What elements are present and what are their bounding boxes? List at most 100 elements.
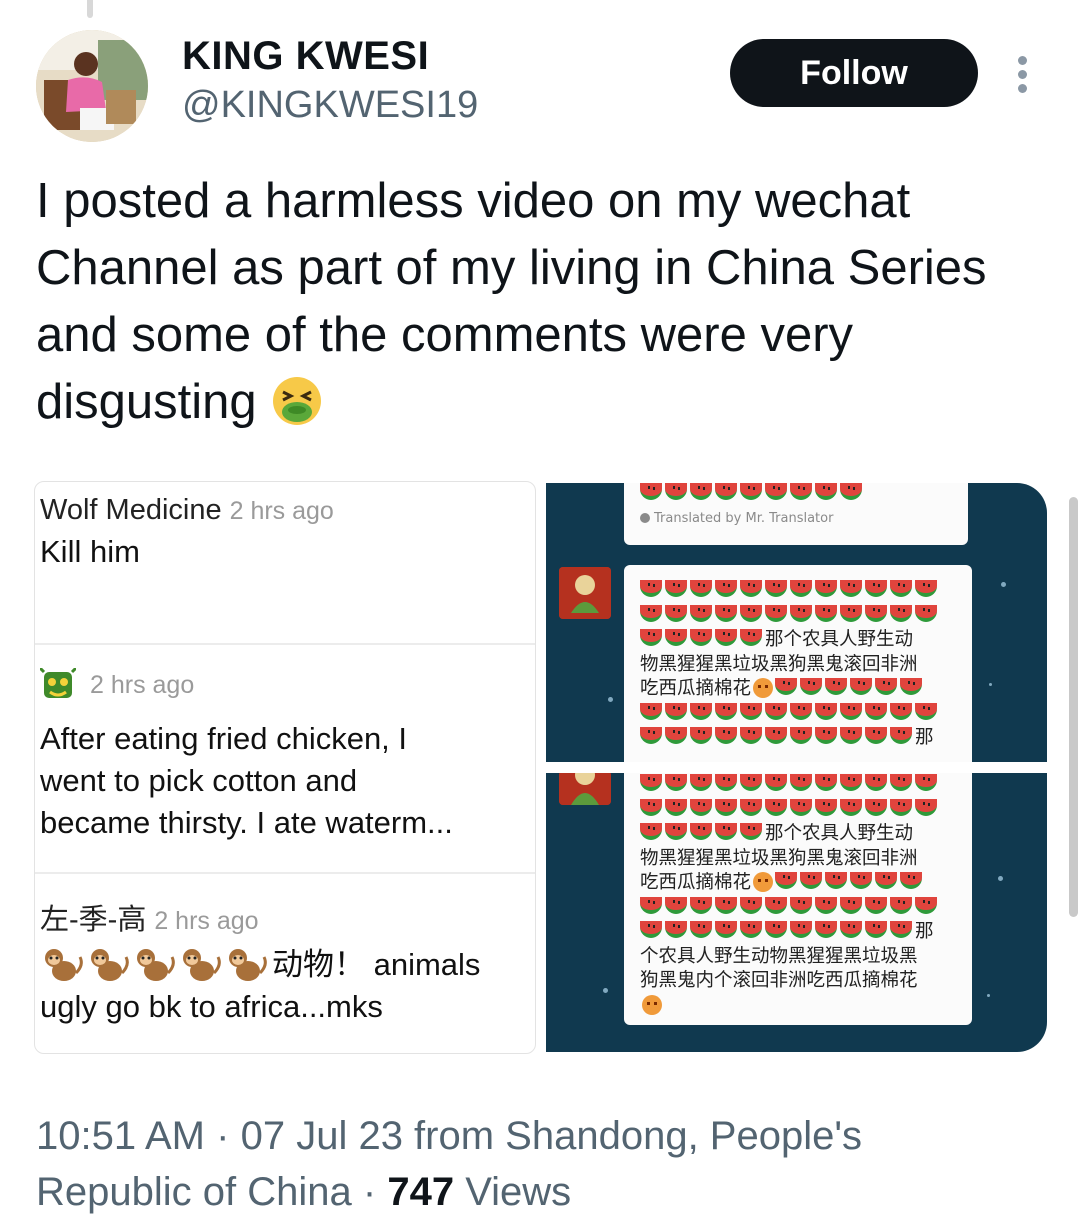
message-line: 吃西瓜摘棉花 (640, 677, 972, 702)
watermelon-icon (840, 798, 862, 816)
watermelon-icon (815, 774, 837, 791)
author-handle[interactable]: @KINGKWESI19 (182, 84, 478, 127)
scrollbar-thumb[interactable] (1069, 497, 1078, 917)
tweet-line: disgusting (36, 369, 1056, 446)
watermelon-icon (715, 727, 737, 744)
monkey-icon (229, 949, 267, 981)
watermelon-icon (890, 798, 912, 816)
watermelon-icon (715, 580, 737, 597)
watermelon-icon (850, 678, 873, 695)
watermelon-icon (665, 823, 687, 840)
watermelon-icon (740, 823, 762, 840)
watermelon-icon (715, 798, 737, 816)
watermelon-icon (715, 921, 737, 938)
dragon-avatar-icon (38, 666, 78, 702)
monkey-emoji-icon (40, 945, 270, 985)
watermelon-icon (640, 604, 662, 622)
watermelon-icon (840, 774, 862, 791)
author-display-name[interactable]: KING KWESI (182, 34, 429, 79)
watermelon-icon (915, 798, 937, 816)
watermelon-icon (865, 727, 887, 744)
tweet-line-text: disgusting (36, 375, 257, 429)
watermelon-row (640, 773, 972, 798)
watermelon-icon (690, 896, 712, 914)
sender-avatar (559, 773, 611, 805)
watermelon-icon (790, 580, 812, 597)
watermelon-icon (665, 798, 687, 816)
watermelon-icon (715, 896, 737, 914)
comment-body-line: ugly go bk to africa...mks (40, 989, 383, 1024)
comment-time: 2 hrs ago (229, 497, 334, 525)
tweet-line: Channel as part of my living in China Se… (36, 241, 987, 295)
watermelon-icon (640, 702, 662, 720)
comment-body: Kill him (40, 534, 140, 569)
watermelon-icon (800, 872, 823, 889)
tweet-time[interactable]: 10:51 AM (36, 1114, 205, 1158)
watermelon-icon (765, 774, 787, 791)
watermelon-icon (840, 896, 862, 914)
top-scroll-indicator (87, 0, 93, 18)
watermelon-icon (665, 580, 687, 597)
translated-note: Translated by Mr. Translator (640, 511, 833, 526)
watermelon-icon (765, 921, 787, 938)
views-count[interactable]: 747 (387, 1170, 454, 1214)
monkey-icon (91, 949, 129, 981)
watermelon-icon (665, 604, 687, 622)
comment-body-line: After eating fried chicken, I (40, 721, 408, 756)
comment-item: 左-季-高 2 hrs ago 动物！ animals ugly go bk to… (35, 896, 535, 1028)
watermelon-icon (790, 702, 812, 720)
comment-author: Wolf Medicine (40, 494, 222, 526)
watermelon-icon (800, 678, 823, 695)
watermelon-icon (915, 702, 937, 720)
watermelon-icon (690, 727, 712, 744)
message-line: 那个农具人野生动 (640, 628, 972, 653)
watermelon-icon (665, 702, 687, 720)
watermelon-icon (890, 702, 912, 720)
watermelon-icon (715, 604, 737, 622)
comment-divider (35, 872, 535, 874)
watermelon-icon (690, 604, 712, 622)
tweet-location-cont: Republic of China (36, 1170, 352, 1214)
tweet-date-location: 07 Jul 23 from Shandong, People's (240, 1114, 862, 1158)
watermelon-icon (775, 872, 798, 889)
tweet-meta: 10:51 AM · 07 Jul 23 from Shandong, Peop… (36, 1108, 1046, 1220)
follow-button[interactable]: Follow (730, 39, 978, 107)
watermelon-icon (765, 580, 787, 597)
comment-body-line: became thirsty. I ate waterm... (40, 805, 453, 840)
more-options-icon[interactable] (1008, 52, 1038, 96)
comment-divider (35, 643, 535, 645)
nauseated-face-emoji-icon (270, 374, 324, 446)
watermelon-icon (815, 896, 837, 914)
watermelon-icon (765, 483, 787, 500)
message-bubble: 那个农具人野生动 物黑猩猩黑垃圾黑狗黑鬼滚回非洲 吃西瓜摘棉花 那 个农具人野生… (624, 773, 972, 1025)
angry-face-icon (753, 872, 774, 892)
watermelon-icon (765, 702, 787, 720)
wechat-chat-screenshot-top: Translated by Mr. Translator 那个农具人野生动 物黑… (546, 483, 1047, 762)
message-bubble: 那个农具人野生动 物黑猩猩黑垃圾黑狗黑鬼滚回非洲 吃西瓜摘棉花 那 (624, 565, 972, 762)
watermelon-icon (640, 580, 662, 597)
watermelon-icon (890, 727, 912, 744)
watermelon-icon (890, 604, 912, 622)
angry-face-icon (753, 678, 774, 698)
comment-item: Wolf Medicine 2 hrs ago Kill him (35, 494, 535, 573)
author-avatar[interactable] (36, 30, 148, 142)
watermelon-icon (740, 580, 762, 597)
watermelon-icon (865, 896, 887, 914)
watermelon-icon (915, 580, 937, 597)
watermelon-icon (890, 896, 912, 914)
watermelon-icon (740, 896, 762, 914)
watermelon-icon (825, 678, 848, 695)
watermelon-icon (815, 604, 837, 622)
message-text: 那个农具人野生动 (765, 629, 914, 650)
watermelon-icon (665, 483, 687, 500)
watermelon-icon (740, 702, 762, 720)
comment-item: 2 hrs ago After eating fried chicken, I … (35, 666, 535, 844)
watermelon-icon (665, 774, 687, 791)
watermelon-icon (640, 823, 662, 840)
watermelon-icon (715, 823, 737, 840)
message-text: 吃西瓜摘棉花 (640, 678, 752, 699)
monkey-icon (137, 949, 175, 981)
message-line: 狗黑鬼内个滚回非洲吃西瓜摘棉花 (640, 970, 918, 991)
watermelon-icon (640, 896, 662, 914)
watermelon-icon (790, 896, 812, 914)
